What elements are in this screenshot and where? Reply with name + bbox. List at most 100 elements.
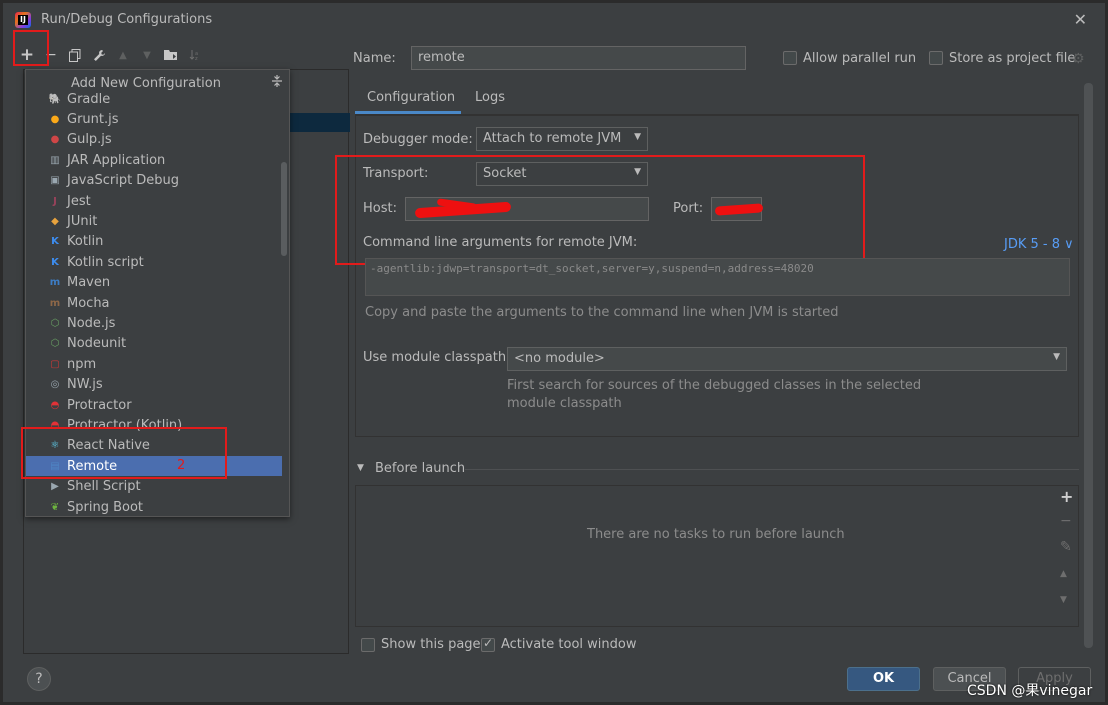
- before-launch-toggle-icon[interactable]: ▼: [357, 463, 364, 473]
- sort-configurations-icon[interactable]: az: [183, 44, 207, 66]
- move-task-down-icon[interactable]: ▼: [1060, 595, 1067, 605]
- tab-logs[interactable]: Logs: [475, 90, 505, 105]
- config-type-label: Spring Boot: [67, 499, 144, 515]
- nodeunit-icon: ⬡: [50, 338, 60, 350]
- config-type-label: Shell Script: [67, 479, 141, 495]
- kotlin-icon: K: [51, 236, 59, 248]
- config-type-kotlin[interactable]: K Kotlin: [26, 232, 282, 252]
- config-type-label: npm: [67, 356, 97, 372]
- edit-task-pencil-icon[interactable]: ✎: [1060, 539, 1072, 555]
- config-type-protractor[interactable]: ◓ Protractor: [26, 395, 282, 415]
- module-classpath-value: <no module>: [514, 351, 605, 366]
- chevron-down-icon: ▼: [634, 132, 641, 142]
- nodejs-icon: ⬡: [50, 317, 60, 329]
- move-into-folder-icon[interactable]: [159, 44, 183, 66]
- config-type-nodeunit[interactable]: ⬡ Nodeunit: [26, 334, 282, 354]
- show-this-page-label: Show this page: [381, 637, 481, 652]
- activate-tool-window-label: Activate tool window: [501, 637, 637, 652]
- config-type-label: Mocha: [67, 295, 110, 311]
- gradle-icon: 🐘: [48, 93, 62, 105]
- jdk-version-dropdown[interactable]: JDK 5 - 8 ∨: [1004, 237, 1074, 252]
- intellij-logo-icon: IJ: [15, 12, 31, 28]
- config-type-label: Gulp.js: [67, 132, 112, 148]
- config-type-jest[interactable]: J Jest: [26, 191, 282, 211]
- help-button[interactable]: ?: [27, 667, 51, 691]
- config-type-npm[interactable]: ▢ npm: [26, 354, 282, 374]
- config-type-javascript-debug[interactable]: ▣ JavaScript Debug: [26, 171, 282, 191]
- gear-icon[interactable]: ⚙: [1072, 51, 1085, 67]
- config-type-kotlin-script[interactable]: K Kotlin script: [26, 252, 282, 272]
- config-type-label: Kotlin: [67, 234, 104, 250]
- config-type-gulp-js[interactable]: ● Gulp.js: [26, 130, 282, 150]
- allow-parallel-checkbox[interactable]: [783, 51, 797, 65]
- add-task-icon[interactable]: +: [1060, 487, 1073, 506]
- config-type-shell-script[interactable]: ▶ Shell Script: [26, 476, 282, 496]
- run-debug-dialog: IJ Run/Debug Configurations ✕ + − ▲ ▼ az…: [2, 2, 1106, 703]
- module-classpath-select[interactable]: <no module> ▼: [507, 347, 1067, 371]
- cmd-args-textarea[interactable]: -agentlib:jdwp=transport=dt_socket,serve…: [365, 258, 1070, 296]
- config-type-grunt-js[interactable]: ● Grunt.js: [26, 109, 282, 129]
- name-input[interactable]: remote: [411, 46, 746, 70]
- before-launch-divider: [465, 469, 1079, 470]
- copy-configuration-icon[interactable]: [63, 44, 87, 66]
- edit-templates-wrench-icon[interactable]: [87, 44, 111, 66]
- ok-button[interactable]: OK: [847, 667, 920, 691]
- tasks-side-toolbar: + − ✎ ▲ ▼: [1053, 485, 1079, 627]
- move-up-icon[interactable]: ▲: [111, 44, 135, 66]
- config-type-maven[interactable]: m Maven: [26, 273, 282, 293]
- no-tasks-message: There are no tasks to run before launch: [587, 527, 845, 542]
- config-type-nw-js[interactable]: ◎ NW.js: [26, 374, 282, 394]
- move-down-icon[interactable]: ▼: [135, 44, 159, 66]
- config-type-node-js[interactable]: ⬡ Node.js: [26, 313, 282, 333]
- npm-icon: ▢: [50, 358, 60, 370]
- config-type-label: Kotlin script: [67, 254, 144, 270]
- config-type-mocha[interactable]: m Mocha: [26, 293, 282, 313]
- config-type-jar-application[interactable]: ▥ JAR Application: [26, 150, 282, 170]
- maven-icon: m: [49, 277, 61, 289]
- title-bar: IJ Run/Debug Configurations ✕: [3, 3, 1105, 35]
- chevron-down-icon: ▼: [1053, 352, 1060, 362]
- store-as-project-checkbox[interactable]: [929, 51, 943, 65]
- close-icon[interactable]: ✕: [1074, 10, 1087, 29]
- name-label: Name:: [353, 51, 396, 66]
- show-this-page-checkbox[interactable]: [361, 638, 375, 652]
- remove-task-icon[interactable]: −: [1060, 513, 1072, 529]
- window-title: Run/Debug Configurations: [41, 12, 213, 27]
- allow-parallel-label: Allow parallel run: [803, 51, 917, 66]
- move-task-up-icon[interactable]: ▲: [1060, 569, 1067, 579]
- config-type-label: Jest: [67, 193, 91, 209]
- grunt-icon: ●: [50, 114, 60, 126]
- config-type-label: NW.js: [67, 377, 103, 393]
- tab-configuration[interactable]: Configuration: [367, 90, 455, 105]
- junit-icon: ◆: [51, 216, 59, 228]
- nwjs-icon: ◎: [50, 379, 60, 391]
- activate-tool-window-checkbox[interactable]: [481, 636, 495, 652]
- config-type-spring-boot[interactable]: ❦ Spring Boot: [26, 497, 282, 516]
- config-type-label: Nodeunit: [67, 336, 127, 352]
- config-type-label: JUnit: [67, 214, 98, 230]
- debugger-mode-select[interactable]: Attach to remote JVM ▼: [476, 127, 648, 151]
- before-launch-label: Before launch: [375, 461, 466, 476]
- store-as-project-label: Store as project file: [949, 51, 1076, 66]
- config-type-label: Gradle: [67, 91, 111, 107]
- csdn-watermark: CSDN @果vinegar: [967, 683, 1093, 699]
- annotation-box-remote: [21, 427, 227, 479]
- mocha-icon: m: [49, 297, 61, 309]
- module-classpath-label: Use module classpath:: [363, 350, 511, 365]
- shell-icon: ▶: [51, 481, 59, 493]
- annotation-box-add: [13, 30, 49, 66]
- config-type-label: JavaScript Debug: [67, 173, 180, 189]
- debugger-mode-value: Attach to remote JVM: [483, 131, 622, 146]
- config-type-junit[interactable]: ◆ JUnit: [26, 211, 282, 231]
- config-type-gradle[interactable]: 🐘 Gradle: [26, 89, 282, 109]
- debugger-mode-label: Debugger mode:: [363, 132, 473, 147]
- js-debug-icon: ▣: [50, 175, 60, 187]
- jest-icon: J: [53, 195, 57, 207]
- main-scrollbar[interactable]: [1084, 83, 1093, 648]
- config-type-label: Node.js: [67, 315, 116, 331]
- config-type-label: Maven: [67, 275, 111, 291]
- annotation-number: 2: [177, 458, 186, 473]
- protractor-icon: ◓: [50, 399, 60, 411]
- popup-scrollbar[interactable]: [281, 162, 287, 256]
- tree-selection-strip: [290, 113, 350, 132]
